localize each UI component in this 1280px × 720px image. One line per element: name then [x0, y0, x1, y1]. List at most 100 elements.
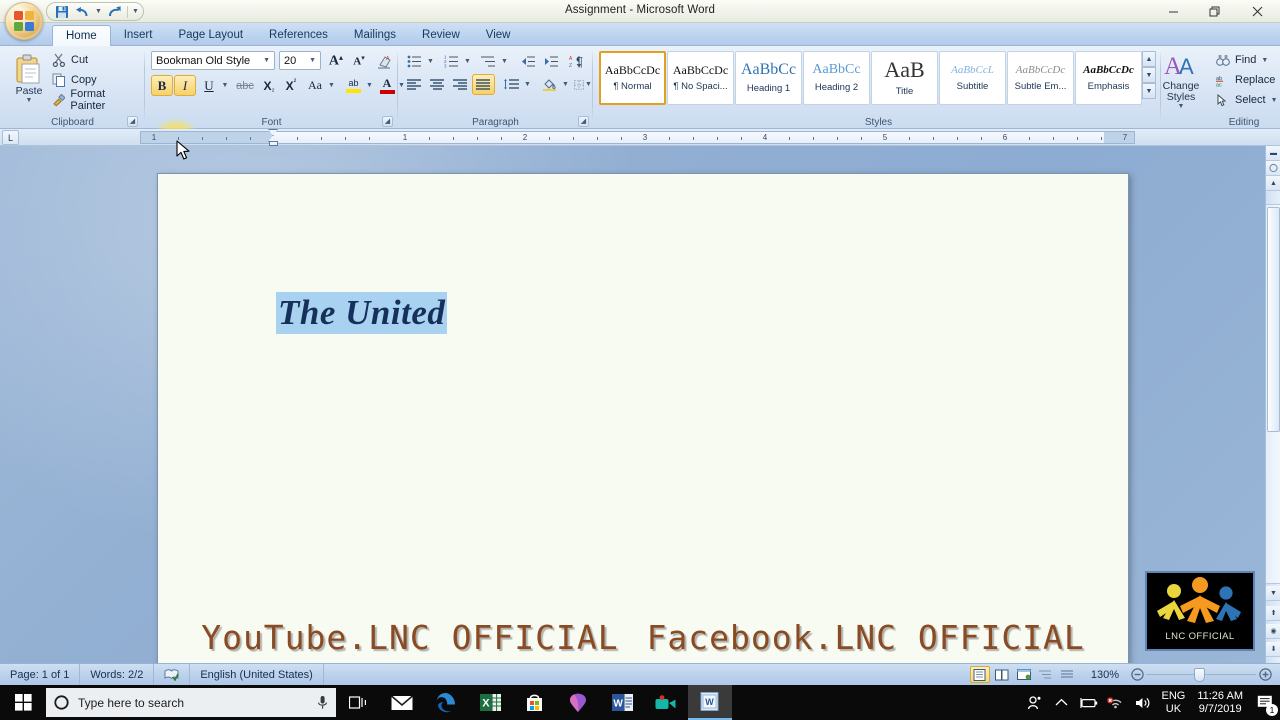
language-indicator[interactable]: ENG UK — [1156, 690, 1190, 716]
paste-button[interactable]: Paste ▼ — [8, 50, 50, 112]
numbering-dropdown-icon[interactable]: ▼ — [462, 51, 473, 72]
styles-scroll-down-button[interactable]: ▼ — [1142, 67, 1156, 83]
undo-dropdown-icon[interactable]: ▼ — [95, 8, 102, 15]
change-styles-dropdown-icon[interactable]: ▼ — [1178, 103, 1185, 110]
taskbar-app-word-document[interactable]: W — [688, 685, 732, 720]
document-page[interactable]: The United YouTube.LNC OFFICIAL Facebook.… — [157, 173, 1129, 663]
volume-icon[interactable] — [1129, 685, 1156, 720]
select-browse-object-button[interactable]: ◉ — [1266, 624, 1280, 639]
select-button[interactable]: Select ▼ — [1212, 91, 1280, 109]
document-body-text[interactable]: The United — [276, 292, 448, 334]
view-draft-button[interactable] — [1058, 666, 1078, 683]
copy-button[interactable]: Copy — [48, 71, 102, 89]
page-up-button[interactable]: ▲ — [1266, 176, 1280, 191]
zoom-in-button[interactable] — [1258, 668, 1272, 682]
status-language[interactable]: English (United States) — [190, 663, 324, 686]
bold-button[interactable]: B — [151, 75, 173, 96]
font-dialog-launcher[interactable]: ◢ — [382, 116, 393, 127]
style-normal[interactable]: AaBbCcDc ¶ Normal — [599, 51, 666, 105]
style-heading-2[interactable]: AaBbCc Heading 2 — [803, 51, 870, 105]
find-dropdown-icon[interactable]: ▼ — [1261, 57, 1268, 64]
subscript-button[interactable]: X₂ — [258, 75, 280, 96]
show-formatting-marks-button[interactable]: ¶ — [568, 51, 591, 72]
zoom-slider-handle[interactable] — [1194, 667, 1205, 682]
change-case-dropdown-icon[interactable]: ▼ — [326, 75, 337, 96]
grow-font-button[interactable]: A▴ — [325, 51, 347, 71]
undo-icon[interactable] — [74, 4, 91, 20]
status-proofing-icon[interactable] — [154, 663, 191, 686]
vertical-scrollbar-column[interactable]: ▬ ▲ ▼ ⬆ ◉ ⬇ — [1265, 146, 1280, 663]
status-page[interactable]: Page: 1 of 1 — [0, 663, 81, 686]
close-button[interactable] — [1236, 0, 1278, 23]
tab-review[interactable]: Review — [409, 23, 473, 46]
taskbar-app-excel[interactable]: X — [468, 685, 512, 720]
notifications-button[interactable]: 1 — [1250, 685, 1280, 720]
shrink-font-button[interactable]: A▾ — [348, 51, 370, 71]
page-down-button[interactable]: ▼ — [1266, 586, 1280, 601]
cut-button[interactable]: Cut — [48, 51, 93, 69]
style-emphasis[interactable]: AaBbCcDc Emphasis — [1075, 51, 1142, 105]
strikethrough-button[interactable]: abc — [233, 75, 257, 96]
zoom-out-button[interactable] — [1130, 668, 1144, 682]
task-view-button[interactable] — [336, 685, 380, 720]
chevron-down-icon[interactable]: ▼ — [309, 57, 318, 64]
style-subtitle[interactable]: AaBbCcL Subtitle — [939, 51, 1006, 105]
decrease-indent-button[interactable] — [517, 51, 540, 72]
font-size-combo[interactable]: 20 ▼ — [279, 51, 321, 70]
start-button[interactable] — [0, 685, 46, 720]
replace-button[interactable]: ab ac Replace — [1212, 71, 1280, 89]
taskbar-app-camtasia-recorder[interactable] — [644, 685, 688, 720]
align-right-button[interactable] — [449, 74, 472, 95]
highlight-dropdown-icon[interactable]: ▼ — [364, 75, 375, 96]
line-spacing-button[interactable] — [500, 74, 523, 95]
clear-formatting-button[interactable]: A — [373, 51, 395, 71]
style-no-spacing[interactable]: AaBbCcDc ¶ No Spaci... — [667, 51, 734, 105]
change-case-button[interactable]: Aa — [303, 75, 327, 96]
network-icon[interactable] — [1102, 685, 1129, 720]
clipboard-dialog-launcher[interactable]: ◢ — [127, 116, 138, 127]
bullets-dropdown-icon[interactable]: ▼ — [425, 51, 436, 72]
select-dropdown-icon[interactable]: ▼ — [1271, 97, 1278, 104]
show-hidden-icons-button[interactable] — [1048, 685, 1075, 720]
italic-button[interactable]: I — [174, 75, 196, 96]
status-words[interactable]: Words: 2/2 — [80, 663, 155, 686]
tab-view[interactable]: View — [473, 23, 524, 46]
styles-more-button[interactable]: ▼ — [1142, 83, 1156, 99]
browse-object-top-icon[interactable] — [1266, 161, 1280, 176]
tab-references[interactable]: References — [256, 23, 341, 46]
view-full-screen-reading-button[interactable] — [992, 666, 1012, 683]
bullets-button[interactable] — [403, 51, 426, 72]
shading-button[interactable] — [538, 74, 561, 95]
line-spacing-dropdown-icon[interactable]: ▼ — [522, 74, 533, 95]
justify-button[interactable] — [472, 74, 495, 95]
paragraph-dialog-launcher[interactable]: ◢ — [578, 116, 589, 127]
taskbar-app-maps[interactable] — [556, 685, 600, 720]
next-page-button[interactable]: ⬇ — [1266, 642, 1280, 657]
style-heading-1[interactable]: AaBbCc Heading 1 — [735, 51, 802, 105]
tab-home[interactable]: Home — [52, 25, 111, 46]
zoom-level-label[interactable]: 130% — [1091, 669, 1119, 681]
scrollbar-thumb[interactable] — [1267, 207, 1280, 432]
align-center-button[interactable] — [426, 74, 449, 95]
document-canvas[interactable]: The United YouTube.LNC OFFICIAL Facebook.… — [0, 146, 1265, 663]
style-title[interactable]: AaB Title — [871, 51, 938, 105]
tab-page-layout[interactable]: Page Layout — [165, 23, 256, 46]
underline-button[interactable]: U — [198, 75, 220, 96]
people-icon[interactable] — [1021, 685, 1048, 720]
text-highlight-button[interactable]: ab — [342, 75, 365, 96]
clock[interactable]: 11:26 AM 9/7/2019 — [1190, 690, 1250, 716]
numbering-button[interactable]: 1 2 3 — [440, 51, 463, 72]
view-web-layout-button[interactable] — [1014, 666, 1034, 683]
scrollbar-track[interactable] — [1266, 204, 1280, 584]
minimize-button[interactable] — [1152, 0, 1194, 23]
view-print-layout-button[interactable] — [969, 666, 990, 683]
customize-qat-icon[interactable]: ▼ — [132, 8, 139, 15]
office-button[interactable] — [5, 2, 43, 40]
view-outline-button[interactable] — [1036, 666, 1056, 683]
paste-dropdown-icon[interactable]: ▼ — [26, 97, 33, 104]
styles-scroll-up-button[interactable]: ▲ — [1142, 51, 1156, 67]
style-subtle-emphasis[interactable]: AaBbCcDc Subtle Em... — [1007, 51, 1074, 105]
previous-page-button[interactable]: ⬆ — [1266, 606, 1280, 621]
font-color-button[interactable]: A — [376, 75, 398, 96]
superscript-button[interactable]: X² — [280, 75, 302, 96]
